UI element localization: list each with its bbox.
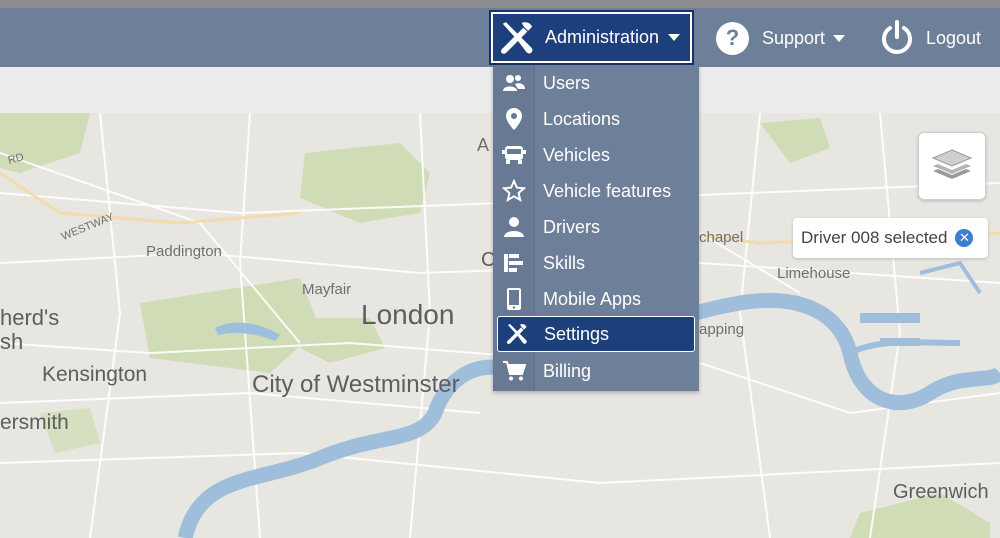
menu-item-mobile-apps[interactable]: Mobile Apps bbox=[493, 281, 699, 317]
map-label-paddington: Paddington bbox=[146, 243, 222, 260]
chevron-down-icon bbox=[833, 34, 846, 42]
map-label-limehouse: Limehouse bbox=[777, 265, 851, 282]
wrench-screwdriver-icon bbox=[498, 322, 535, 346]
driver-selected-text: Driver 008 selected bbox=[801, 228, 948, 247]
map-label-kensington: Kensington bbox=[42, 363, 148, 386]
menu-item-label: Vehicles bbox=[543, 144, 611, 165]
driver-icon bbox=[493, 216, 534, 238]
driver-selected-chip: Driver 008 selected ✕ bbox=[793, 218, 988, 258]
vehicle-icon bbox=[493, 144, 534, 166]
map-layers-button[interactable] bbox=[918, 132, 986, 200]
map-label-mayfair: Mayfair bbox=[302, 281, 352, 298]
administration-button[interactable]: Administration bbox=[489, 10, 694, 65]
menu-item-label: Settings bbox=[544, 323, 610, 344]
map-label-london: London bbox=[361, 299, 455, 330]
menu-item-label: Vehicle features bbox=[543, 180, 672, 201]
menu-item-vehicles[interactable]: Vehicles bbox=[493, 137, 699, 173]
layers-icon bbox=[931, 149, 973, 179]
mobile-phone-icon bbox=[493, 287, 534, 311]
map-label-a: A bbox=[477, 135, 490, 155]
menu-item-label: Drivers bbox=[543, 216, 600, 237]
menu-item-label: Skills bbox=[543, 252, 586, 273]
close-icon[interactable]: ✕ bbox=[955, 229, 974, 247]
chevron-down-icon bbox=[668, 34, 681, 41]
power-icon bbox=[882, 20, 912, 54]
map-label-shepherds: herd's bbox=[0, 305, 60, 330]
menu-item-label: Mobile Apps bbox=[543, 288, 642, 309]
menu-item-label: Locations bbox=[543, 108, 621, 129]
top-strip bbox=[0, 0, 1000, 8]
map-label-chapel: chapel bbox=[699, 229, 744, 246]
logout-label: Logout bbox=[926, 27, 982, 48]
menu-item-vehicle-features[interactable]: Vehicle features bbox=[493, 173, 699, 209]
logout-button[interactable]: Logout bbox=[880, 19, 981, 57]
menu-item-skills[interactable]: Skills bbox=[493, 245, 699, 281]
support-button[interactable]: ? Support bbox=[716, 20, 846, 56]
menu-item-settings[interactable]: Settings bbox=[497, 316, 695, 352]
location-pin-icon bbox=[493, 107, 534, 131]
users-icon bbox=[493, 73, 534, 93]
help-icon: ? bbox=[716, 21, 749, 55]
menu-item-label: Billing bbox=[543, 360, 592, 381]
cart-icon bbox=[493, 360, 534, 382]
administration-label: Administration bbox=[545, 27, 660, 47]
skills-icon bbox=[493, 252, 534, 274]
support-label: Support bbox=[762, 27, 826, 48]
map-label-hammersmith: ersmith bbox=[0, 411, 69, 434]
map-label-wapping: apping bbox=[699, 321, 745, 338]
star-icon bbox=[493, 179, 534, 203]
map-label-bush: sh bbox=[0, 329, 24, 354]
menu-item-locations[interactable]: Locations bbox=[493, 101, 699, 137]
menu-item-users[interactable]: Users bbox=[493, 65, 699, 101]
map-label-westminster: City of Westminster bbox=[252, 371, 460, 398]
map-label-greenwich: Greenwich bbox=[893, 481, 989, 503]
wrench-screwdriver-icon bbox=[493, 14, 541, 61]
menu-item-label: Users bbox=[543, 72, 591, 93]
menu-item-drivers[interactable]: Drivers bbox=[493, 209, 699, 245]
menu-item-billing[interactable]: Billing bbox=[493, 353, 699, 389]
administration-menu: Users Locations Vehicles Vehicle feature… bbox=[493, 65, 699, 391]
